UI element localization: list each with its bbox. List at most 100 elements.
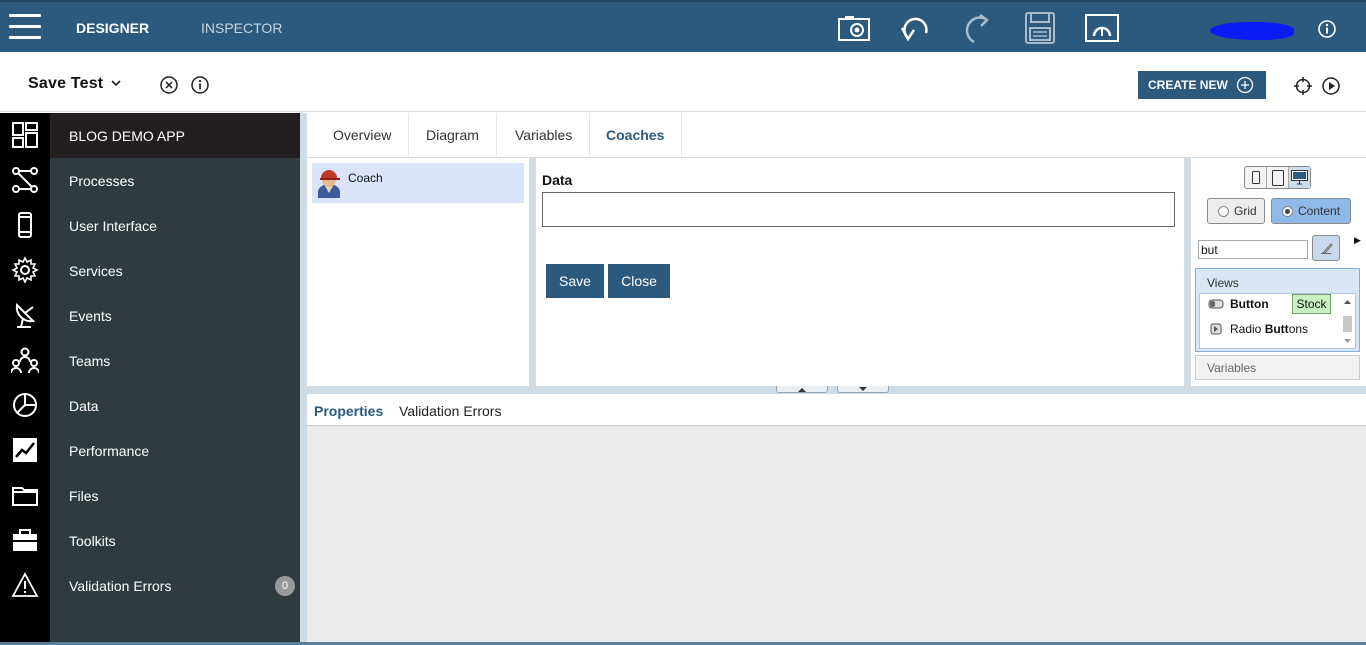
variables-section[interactable]: Variables: [1195, 355, 1360, 380]
grid-mode-button[interactable]: Grid: [1207, 198, 1265, 224]
app-name-heading: BLOG DEMO APP: [50, 113, 300, 158]
speedometer-icon[interactable]: [1084, 11, 1120, 45]
redo-icon[interactable]: [960, 11, 996, 45]
content-mode-label: Content: [1298, 204, 1341, 218]
nav-item-label: Validation Errors: [69, 577, 172, 594]
tab-diagram[interactable]: Diagram: [409, 113, 497, 157]
save-icon[interactable]: [1022, 11, 1058, 45]
eraser-icon[interactable]: [1312, 235, 1340, 261]
app-title[interactable]: Save Test: [28, 75, 103, 93]
label-suffix: ons: [1288, 322, 1309, 336]
tab-coaches[interactable]: Coaches: [589, 113, 683, 157]
tab-inspector[interactable]: INSPECTOR: [201, 20, 282, 36]
tab-overview[interactable]: Overview: [316, 113, 410, 157]
nav-item-performance[interactable]: Performance: [50, 428, 300, 473]
top-bar: DESIGNER INSPECTOR: [0, 0, 1366, 52]
nav-item-label: Events: [69, 307, 112, 324]
phone-icon[interactable]: [1245, 167, 1267, 188]
views-section: Views Button Stock Radio Buttons: [1195, 268, 1360, 352]
close-circle-icon[interactable]: [159, 75, 179, 95]
hamburger-menu-icon[interactable]: [9, 14, 41, 40]
info-icon[interactable]: [1316, 18, 1338, 40]
list-item-coach[interactable]: Coach: [312, 163, 524, 203]
panel-divider[interactable]: [300, 113, 307, 645]
radio-widget-icon: [1210, 323, 1222, 335]
nav-item-label: Performance: [69, 442, 150, 459]
count-badge: 0: [275, 576, 295, 596]
warning-icon[interactable]: [11, 571, 39, 599]
views-list: Button Stock Radio Buttons: [1199, 293, 1356, 349]
crosshair-icon[interactable]: [1293, 76, 1313, 96]
views-heading: Views: [1207, 276, 1239, 290]
toolbox-icon[interactable]: [11, 526, 39, 554]
app-header: Save Test CREATE NEW: [0, 52, 1366, 112]
tab-variables[interactable]: Variables: [498, 113, 591, 157]
tab-designer[interactable]: DESIGNER: [76, 20, 149, 36]
field-label: Data: [542, 172, 573, 188]
nav-item-label: Processes: [69, 172, 135, 189]
nav-item-events[interactable]: Events: [50, 293, 300, 338]
palette-item-label: Button: [1230, 297, 1269, 311]
collapse-down-icon[interactable]: [837, 386, 889, 393]
plus-circle-icon: [1236, 76, 1253, 94]
scrollbar[interactable]: [1342, 296, 1353, 346]
properties-tabs: Properties Validation Errors: [307, 394, 1366, 426]
info-icon[interactable]: [190, 75, 210, 95]
nav-item-validation-errors[interactable]: Validation Errors 0: [50, 563, 300, 608]
team-icon[interactable]: [11, 346, 39, 374]
desktop-icon[interactable]: [1289, 167, 1310, 188]
panel-divider[interactable]: [1184, 158, 1191, 388]
dashboard-icon[interactable]: [11, 121, 39, 149]
data-text-input[interactable]: [542, 192, 1175, 227]
nav-item-files[interactable]: Files: [50, 473, 300, 518]
gear-icon[interactable]: [11, 256, 39, 284]
create-new-label: CREATE NEW: [1148, 78, 1228, 92]
button-widget-icon: [1208, 299, 1224, 309]
nav-item-label: Files: [69, 487, 99, 504]
nav-item-label: User Interface: [69, 217, 157, 234]
play-icon[interactable]: [1321, 76, 1341, 96]
palette-item-button[interactable]: Button: [1208, 297, 1269, 311]
redacted-user-name: [1210, 22, 1294, 40]
processes-icon[interactable]: [11, 166, 39, 194]
pie-chart-icon[interactable]: [11, 391, 39, 419]
label-match: Butt: [1264, 322, 1289, 336]
radio-icon: [1218, 205, 1229, 217]
horizontal-splitter[interactable]: [307, 386, 1366, 394]
folder-icon[interactable]: [11, 481, 39, 509]
mobile-icon[interactable]: [11, 211, 39, 239]
nav-item-user-interface[interactable]: User Interface: [50, 203, 300, 248]
create-new-button[interactable]: CREATE NEW: [1138, 71, 1266, 99]
collapse-arrow-icon[interactable]: ▶: [1354, 235, 1361, 246]
tab-properties[interactable]: Properties: [314, 403, 383, 419]
tab-validation-errors[interactable]: Validation Errors: [399, 403, 501, 419]
collapse-up-icon[interactable]: [776, 386, 828, 393]
nav-item-processes[interactable]: Processes: [50, 158, 300, 203]
chevron-down-icon[interactable]: [110, 78, 122, 88]
nav-item-label: Teams: [69, 352, 111, 369]
nav-item-data[interactable]: Data: [50, 383, 300, 428]
coach-label: Coach: [348, 171, 383, 185]
label-prefix: Radio: [1230, 322, 1265, 336]
nav-item-teams[interactable]: Teams: [50, 338, 300, 383]
nav-item-label: Toolkits: [69, 532, 116, 549]
stock-tag: Stock: [1292, 294, 1331, 314]
editor-tabs: Overview Diagram Variables Coaches: [307, 113, 1366, 158]
save-button[interactable]: Save: [546, 264, 604, 298]
palette-item-radio-buttons[interactable]: Radio Buttons: [1208, 322, 1308, 336]
icon-rail: [0, 113, 50, 645]
palette-search-input[interactable]: [1198, 240, 1308, 259]
navigation-panel: BLOG DEMO APP Processes User Interface S…: [50, 113, 300, 645]
palette-item-label: Radio Buttons: [1230, 322, 1308, 336]
nav-item-label: Data: [69, 397, 99, 414]
line-chart-icon[interactable]: [11, 436, 39, 464]
nav-item-services[interactable]: Services: [50, 248, 300, 293]
close-button[interactable]: Close: [608, 264, 670, 298]
panel-divider[interactable]: [529, 158, 536, 388]
content-mode-button[interactable]: Content: [1271, 198, 1351, 224]
tablet-icon[interactable]: [1267, 167, 1289, 188]
undo-icon[interactable]: [898, 11, 934, 45]
nav-item-toolkits[interactable]: Toolkits: [50, 518, 300, 563]
camera-icon[interactable]: [836, 11, 872, 45]
satellite-dish-icon[interactable]: [11, 301, 39, 329]
